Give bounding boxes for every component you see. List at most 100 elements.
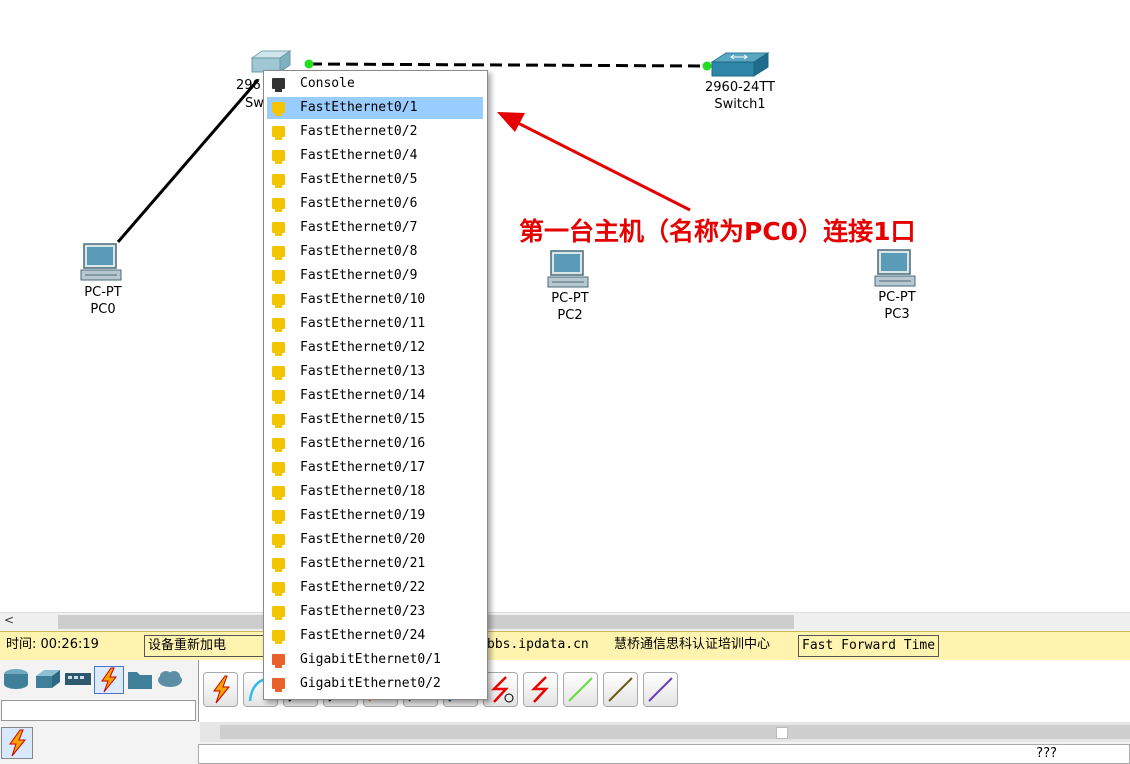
auto-connect-icon[interactable]: [1, 727, 33, 759]
logical-workspace[interactable]: 296 Sw 2960-24TT Switch1 PC-PT PC0 PC-PT…: [0, 0, 1130, 612]
ethernet-port-icon: [272, 270, 285, 284]
port-menu-item[interactable]: FastEthernet0/20: [267, 529, 483, 551]
device-name-label: Switch1: [714, 97, 766, 112]
iot-cable-icon[interactable]: [603, 672, 638, 707]
port-menu-item[interactable]: FastEthernet0/11: [267, 313, 483, 335]
device-model-label: 2960-24TT: [705, 80, 775, 95]
site-text: bbs.ipdata.cn: [487, 637, 589, 652]
time-display: 时间: 00:26:19: [6, 637, 99, 652]
port-label: GigabitEthernet0/2: [300, 676, 441, 691]
link-switch0-switch1[interactable]: [309, 62, 707, 68]
port-menu-item[interactable]: FastEthernet0/16: [267, 433, 483, 455]
device-name-label: PC2: [557, 308, 583, 323]
device-model-label: 296: [236, 78, 261, 93]
port-menu-item[interactable]: FastEthernet0/14: [267, 385, 483, 407]
device-category-bar: [0, 660, 198, 698]
octal-cable-icon[interactable]: [563, 672, 598, 707]
ethernet-port-icon: [272, 462, 285, 476]
status-bar: 时间: 00:26:19 设备重新加电 bbs.ipdata.cn 慧桥通信思科…: [0, 631, 1130, 661]
port-menu-item[interactable]: FastEthernet0/4: [267, 145, 483, 167]
pc-icon[interactable]: [80, 242, 126, 284]
port-menu-item[interactable]: FastEthernet0/12: [267, 337, 483, 359]
ethernet-port-icon: [272, 678, 285, 692]
port-label: FastEthernet0/11: [300, 316, 426, 331]
folder-icon[interactable]: [126, 666, 154, 692]
port-menu-item[interactable]: FastEthernet0/7: [267, 217, 483, 239]
ethernet-port-icon: [272, 198, 285, 212]
link-pc0-switch0[interactable]: [116, 79, 260, 243]
ethernet-port-icon: [272, 174, 285, 188]
port-label: FastEthernet0/21: [300, 556, 426, 571]
port-menu-item[interactable]: FastEthernet0/23: [267, 601, 483, 623]
port-menu-item[interactable]: FastEthernet0/5: [267, 169, 483, 191]
port-label: FastEthernet0/14: [300, 388, 426, 403]
port-label: FastEthernet0/19: [300, 508, 426, 523]
port-menu-item[interactable]: FastEthernet0/2: [267, 121, 483, 143]
port-menu-item[interactable]: Console: [267, 73, 483, 95]
port-label: FastEthernet0/1: [300, 100, 418, 115]
connections-icon[interactable]: [94, 666, 124, 694]
org-text: 慧桥通信思科认证培训中心: [614, 637, 771, 652]
port-label: GigabitEthernet0/1: [300, 652, 441, 667]
port-menu-item[interactable]: FastEthernet0/22: [267, 577, 483, 599]
port-menu-item[interactable]: FastEthernet0/6: [267, 193, 483, 215]
port-menu-item[interactable]: FastEthernet0/1: [267, 97, 483, 119]
ethernet-port-icon: [272, 654, 285, 668]
device-search-input[interactable]: [1, 700, 196, 721]
port-menu-item[interactable]: FastEthernet0/9: [267, 265, 483, 287]
description-text: ???: [1036, 746, 1057, 761]
device-name-label: PC3: [884, 307, 910, 322]
port-menu-item[interactable]: FastEthernet0/18: [267, 481, 483, 503]
port-label: FastEthernet0/7: [300, 220, 418, 235]
port-label: FastEthernet0/20: [300, 532, 426, 547]
ethernet-port-icon: [272, 294, 285, 308]
connection-panel-scrollbar[interactable]: [200, 722, 1130, 742]
scrollbar-thumb[interactable]: [220, 725, 1130, 739]
fast-forward-button[interactable]: Fast Forward Time: [798, 635, 940, 657]
device-model-label: PC-PT: [84, 285, 122, 300]
port-menu-item[interactable]: GigabitEthernet0/2: [267, 673, 483, 695]
hub-icon[interactable]: [64, 666, 92, 692]
port-label: FastEthernet0/22: [300, 580, 426, 595]
serial-dte-icon[interactable]: [523, 672, 558, 707]
device-name-label: Sw: [245, 96, 264, 111]
port-menu-item[interactable]: GigabitEthernet0/1: [267, 649, 483, 671]
scrollbar-grip-icon: [776, 727, 788, 739]
port-menu-item[interactable]: FastEthernet0/15: [267, 409, 483, 431]
port-label: Console: [300, 76, 355, 91]
port-label: FastEthernet0/23: [300, 604, 426, 619]
switch-icon[interactable]: [710, 52, 770, 80]
port-label: FastEthernet0/24: [300, 628, 426, 643]
port-label: FastEthernet0/17: [300, 460, 426, 475]
ethernet-port-icon: [272, 222, 285, 236]
ethernet-port-icon: [272, 246, 285, 260]
scroll-left-icon[interactable]: <: [4, 613, 14, 627]
port-menu-item[interactable]: FastEthernet0/10: [267, 289, 483, 311]
annotation-text: 第一台主机（名称为PC0）连接1口: [519, 217, 916, 246]
router-icon[interactable]: [2, 666, 30, 692]
port-label: FastEthernet0/6: [300, 196, 418, 211]
pc-icon[interactable]: [874, 248, 920, 290]
port-selection-menu: Console FastEthernet0/1 FastEthernet0/2 Fas…: [263, 70, 488, 700]
ethernet-port-icon: [272, 318, 285, 332]
ethernet-port-icon: [272, 438, 285, 452]
auto-connect-icon[interactable]: [203, 672, 238, 707]
port-menu-item[interactable]: FastEthernet0/17: [267, 457, 483, 479]
usb-cable-icon[interactable]: [643, 672, 678, 707]
port-menu-item[interactable]: FastEthernet0/19: [267, 505, 483, 527]
port-menu-item[interactable]: FastEthernet0/13: [267, 361, 483, 383]
cloud-icon[interactable]: [156, 666, 184, 692]
ethernet-port-icon: [272, 582, 285, 596]
ethernet-port-icon: [272, 366, 285, 380]
workspace-horizontal-scrollbar[interactable]: <: [0, 612, 1130, 631]
port-menu-item[interactable]: FastEthernet0/24: [267, 625, 483, 647]
serial-dce-icon[interactable]: [483, 672, 518, 707]
port-menu-item[interactable]: FastEthernet0/8: [267, 241, 483, 263]
ethernet-port-icon: [272, 414, 285, 428]
pc-icon[interactable]: [547, 249, 593, 291]
port-menu-item[interactable]: FastEthernet0/21: [267, 553, 483, 575]
switch-icon[interactable]: [34, 666, 62, 692]
ethernet-port-icon: [272, 102, 285, 116]
port-label: FastEthernet0/12: [300, 340, 426, 355]
port-label: FastEthernet0/16: [300, 436, 426, 451]
